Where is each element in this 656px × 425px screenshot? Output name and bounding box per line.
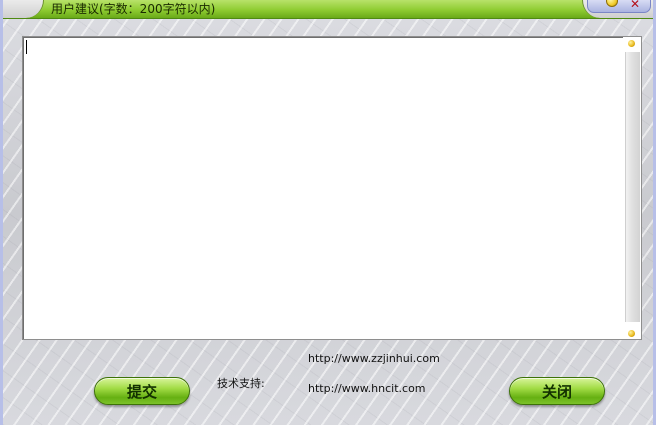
tech-support-label: 技术支持:	[217, 377, 265, 390]
window-controls: ✕	[587, 0, 651, 13]
text-caret	[26, 40, 27, 54]
suggestion-input[interactable]	[23, 37, 623, 339]
dialog-window: 用户建议(字数：200字符以内) ✕ http://www.zzjinhui.c…	[0, 0, 656, 425]
scroll-down-arrow-icon[interactable]	[628, 330, 635, 337]
close-button[interactable]: 关闭	[509, 377, 605, 405]
minimize-icon[interactable]	[606, 0, 618, 7]
close-icon[interactable]: ✕	[629, 0, 641, 10]
suggestion-textbox	[22, 36, 642, 340]
scrollbar-track[interactable]	[625, 52, 640, 322]
scroll-up-arrow-icon[interactable]	[628, 40, 635, 47]
title-tab-left	[3, 0, 44, 18]
website-link-hncit[interactable]: http://www.hncit.com	[308, 382, 426, 396]
vertical-scrollbar[interactable]	[623, 37, 641, 339]
title-bar[interactable]: 用户建议(字数：200字符以内) ✕	[3, 0, 653, 19]
title-tab-right: ✕	[582, 0, 653, 18]
submit-button[interactable]: 提交	[94, 377, 190, 405]
window-title: 用户建议(字数：200字符以内)	[51, 2, 216, 16]
website-link-zzjinhui[interactable]: http://www.zzjinhui.com	[308, 352, 440, 366]
